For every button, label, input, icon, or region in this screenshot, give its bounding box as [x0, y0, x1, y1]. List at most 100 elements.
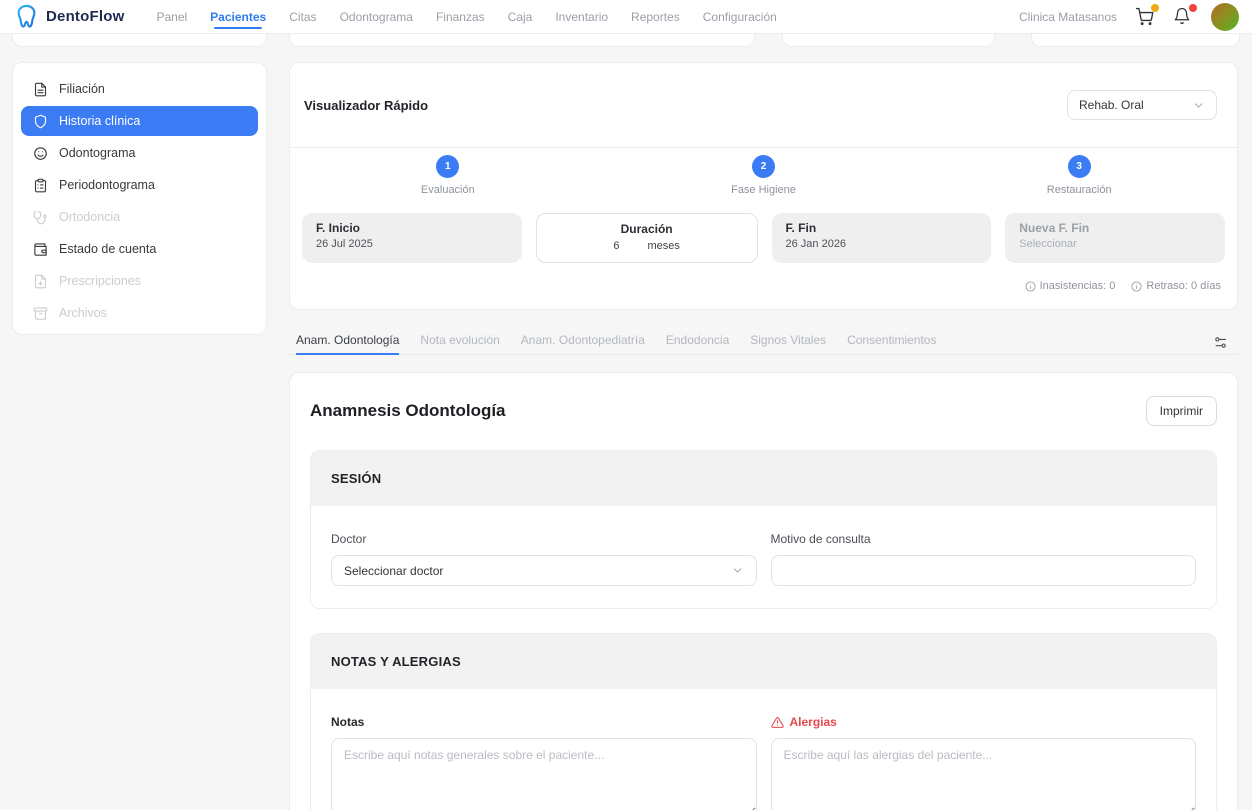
archive-icon [33, 306, 48, 321]
box-title: F. Fin [786, 221, 978, 235]
sidebar-item-estado-de-cuenta[interactable]: Estado de cuenta [21, 234, 258, 264]
notes-label: Notas [331, 715, 757, 729]
visualizer-title: Visualizador Rápido [304, 98, 428, 113]
notes-section-body: Notas Alergias [311, 689, 1216, 810]
chevron-down-icon [731, 564, 744, 577]
allergies-textarea[interactable] [771, 738, 1197, 810]
tab-consentimientos[interactable]: Consentimientos [847, 330, 936, 355]
step-number: 1 [436, 155, 459, 178]
absences-text: Inasistencias: 0 [1040, 280, 1116, 292]
date-boxes: F. Inicio 26 Jul 2025 Duración 6 meses F… [290, 213, 1237, 263]
sidebar-item-label: Periodontograma [59, 178, 155, 192]
sidebar-item-prescripciones: Prescripciones [21, 266, 258, 296]
box-title: Nueva F. Fin [1019, 221, 1211, 235]
tab-anam-odontologia[interactable]: Anam. Odontología [296, 330, 399, 355]
anamnesis-header: Anamnesis Odontología Imprimir [310, 396, 1217, 426]
stethoscope-icon [33, 210, 48, 225]
chevron-down-icon [1192, 99, 1205, 112]
bell-badge [1189, 4, 1197, 12]
treatment-plan-dropdown[interactable]: Rehab. Oral [1067, 90, 1217, 120]
user-avatar[interactable] [1211, 3, 1239, 31]
doctor-select-value: Seleccionar doctor [344, 564, 443, 578]
doctor-label: Doctor [331, 532, 757, 546]
clinic-name: Clinica Matasanos [1019, 10, 1117, 24]
step-label: Evaluación [421, 184, 475, 196]
nav-inventario[interactable]: Inventario [555, 1, 608, 33]
tab-endodoncia[interactable]: Endodoncia [666, 330, 729, 355]
sidebar-item-label: Odontograma [59, 146, 135, 160]
duration-box[interactable]: Duración 6 meses [536, 213, 758, 263]
info-icon [1131, 281, 1142, 292]
sidebar-item-historia-clinica[interactable]: Historia clínica [21, 106, 258, 136]
notes-textarea[interactable] [331, 738, 757, 810]
nav-configuracion[interactable]: Configuración [703, 1, 777, 33]
nav-citas[interactable]: Citas [289, 1, 316, 33]
box-value: 26 Jul 2025 [316, 238, 508, 250]
cart-badge [1151, 4, 1159, 12]
box-title: F. Inicio [316, 221, 508, 235]
sidebar-item-label: Archivos [59, 306, 107, 320]
history-tabs: Anam. Odontología Nota evolución Anam. O… [289, 330, 1238, 355]
nav-pacientes[interactable]: Pacientes [210, 1, 266, 33]
nav-panel[interactable]: Panel [156, 1, 187, 33]
allergies-label: Alergias [771, 715, 1197, 729]
sidebar-item-archivos: Archivos [21, 298, 258, 328]
navbar-right: Clinica Matasanos [1019, 3, 1239, 31]
print-button[interactable]: Imprimir [1146, 396, 1217, 426]
motive-field: Motivo de consulta [771, 532, 1197, 586]
sidebar-item-filiacion[interactable]: Filiación [21, 74, 258, 104]
delay-text: Retraso: 0 días [1146, 280, 1221, 292]
tab-settings-icon[interactable] [1213, 330, 1238, 354]
step-fase-higiene: 2 Fase Higiene [606, 155, 922, 196]
allergies-label-text: Alergias [790, 715, 837, 729]
allergies-field: Alergias [771, 715, 1197, 810]
duration-value: 6 meses [551, 240, 743, 252]
duration-number: 6 [613, 240, 619, 252]
new-end-date-box[interactable]: Nueva F. Fin Seleccionar [1005, 213, 1225, 263]
session-section-body: Doctor Seleccionar doctor Motivo de cons… [311, 506, 1216, 608]
notes-field: Notas [331, 715, 757, 810]
file-text-icon [33, 82, 48, 97]
brand[interactable]: DentoFlow [13, 3, 124, 30]
sidebar-item-label: Ortodoncia [59, 210, 120, 224]
step-evaluacion: 1 Evaluación [290, 155, 606, 196]
tab-anam-odontopediatria[interactable]: Anam. Odontopediatría [521, 330, 645, 355]
sidebar-item-label: Historia clínica [59, 114, 140, 128]
app-viewport: DentoFlow Panel Pacientes Citas Odontogr… [0, 0, 1252, 810]
notes-section-header: NOTAS Y ALERGIAS [311, 634, 1216, 689]
nav-finanzas[interactable]: Finanzas [436, 1, 485, 33]
step-restauracion: 3 Restauración [921, 155, 1237, 196]
motive-input[interactable] [771, 555, 1197, 586]
motive-label: Motivo de consulta [771, 532, 1197, 546]
sidebar-item-ortodoncia: Ortodoncia [21, 202, 258, 232]
anamnesis-card: Anamnesis Odontología Imprimir SESIÓN Do… [289, 372, 1238, 810]
tab-nota-evolucion[interactable]: Nota evolución [420, 330, 499, 355]
box-value: Seleccionar [1019, 238, 1211, 250]
duration-unit: meses [647, 240, 679, 252]
phase-stepper: 1 Evaluación 2 Fase Higiene 3 Restauraci… [290, 155, 1237, 196]
step-number: 3 [1068, 155, 1091, 178]
nav-reportes[interactable]: Reportes [631, 1, 680, 33]
tab-signos-vitales[interactable]: Signos Vitales [750, 330, 826, 355]
session-section-header: SESIÓN [311, 451, 1216, 506]
cart-icon[interactable] [1135, 7, 1155, 27]
file-plus-icon [33, 274, 48, 289]
sidebar-item-odontograma[interactable]: Odontograma [21, 138, 258, 168]
nav-odontograma[interactable]: Odontograma [340, 1, 413, 33]
end-date-box: F. Fin 26 Jan 2026 [772, 213, 992, 263]
bell-icon[interactable] [1173, 7, 1193, 27]
clipboard-icon [33, 178, 48, 193]
sidebar-item-periodontograma[interactable]: Periodontograma [21, 170, 258, 200]
dropdown-value: Rehab. Oral [1079, 98, 1144, 112]
session-section: SESIÓN Doctor Seleccionar doctor Motivo … [310, 450, 1217, 609]
sidebar-item-label: Prescripciones [59, 274, 141, 288]
main-nav: Panel Pacientes Citas Odontograma Finanz… [156, 1, 776, 33]
sidebar-item-label: Filiación [59, 82, 105, 96]
absences-stat: Inasistencias: 0 [1025, 280, 1116, 292]
wallet-icon [33, 242, 48, 257]
doctor-select[interactable]: Seleccionar doctor [331, 555, 757, 586]
shield-icon [33, 114, 48, 129]
start-date-box: F. Inicio 26 Jul 2025 [302, 213, 522, 263]
box-title: Duración [551, 222, 743, 236]
nav-caja[interactable]: Caja [508, 1, 533, 33]
